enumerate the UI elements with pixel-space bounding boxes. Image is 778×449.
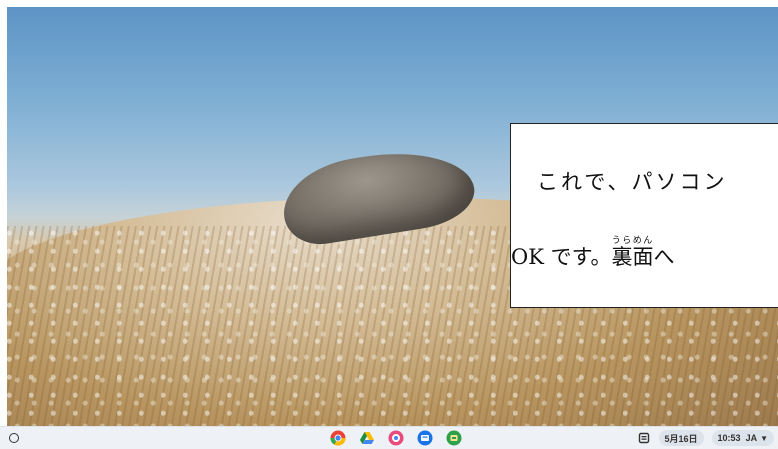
instruction-line-2: OK です。裏面うらめんへ — [511, 236, 674, 271]
status-tray: 5月16日 10:53 JA ▼ — [637, 430, 774, 446]
classroom-icon[interactable] — [417, 430, 433, 446]
instruction-card: これで、パソコン OK です。裏面うらめんへ — [510, 123, 778, 308]
tail-text: へ — [653, 245, 675, 269]
wifi-icon: ▼ — [760, 433, 768, 443]
shelf: 5月16日 10:53 JA ▼ — [0, 426, 778, 449]
shelf-apps — [330, 430, 462, 446]
desu-text: です。 — [543, 245, 612, 269]
photos-app-icon[interactable] — [388, 430, 404, 446]
ime-label: JA — [745, 433, 758, 443]
ok-text: OK — [511, 245, 544, 269]
holding-space-icon[interactable] — [637, 431, 651, 445]
ruby-uramen: 裏面うらめん — [611, 236, 654, 269]
drive-icon[interactable] — [359, 430, 375, 446]
ruby-reading: うらめん — [611, 236, 654, 246]
meet-app-icon[interactable] — [446, 430, 462, 446]
time-label: 10:53 — [717, 433, 741, 443]
status-area-pill[interactable]: 10:53 JA ▼ — [711, 430, 774, 446]
launcher-button[interactable] — [9, 433, 19, 443]
date-pill[interactable]: 5月16日 — [658, 430, 704, 446]
date-label: 5月16日 — [664, 433, 698, 444]
instruction-line-1: これで、パソコン — [537, 170, 728, 194]
chrome-icon[interactable] — [330, 430, 346, 446]
